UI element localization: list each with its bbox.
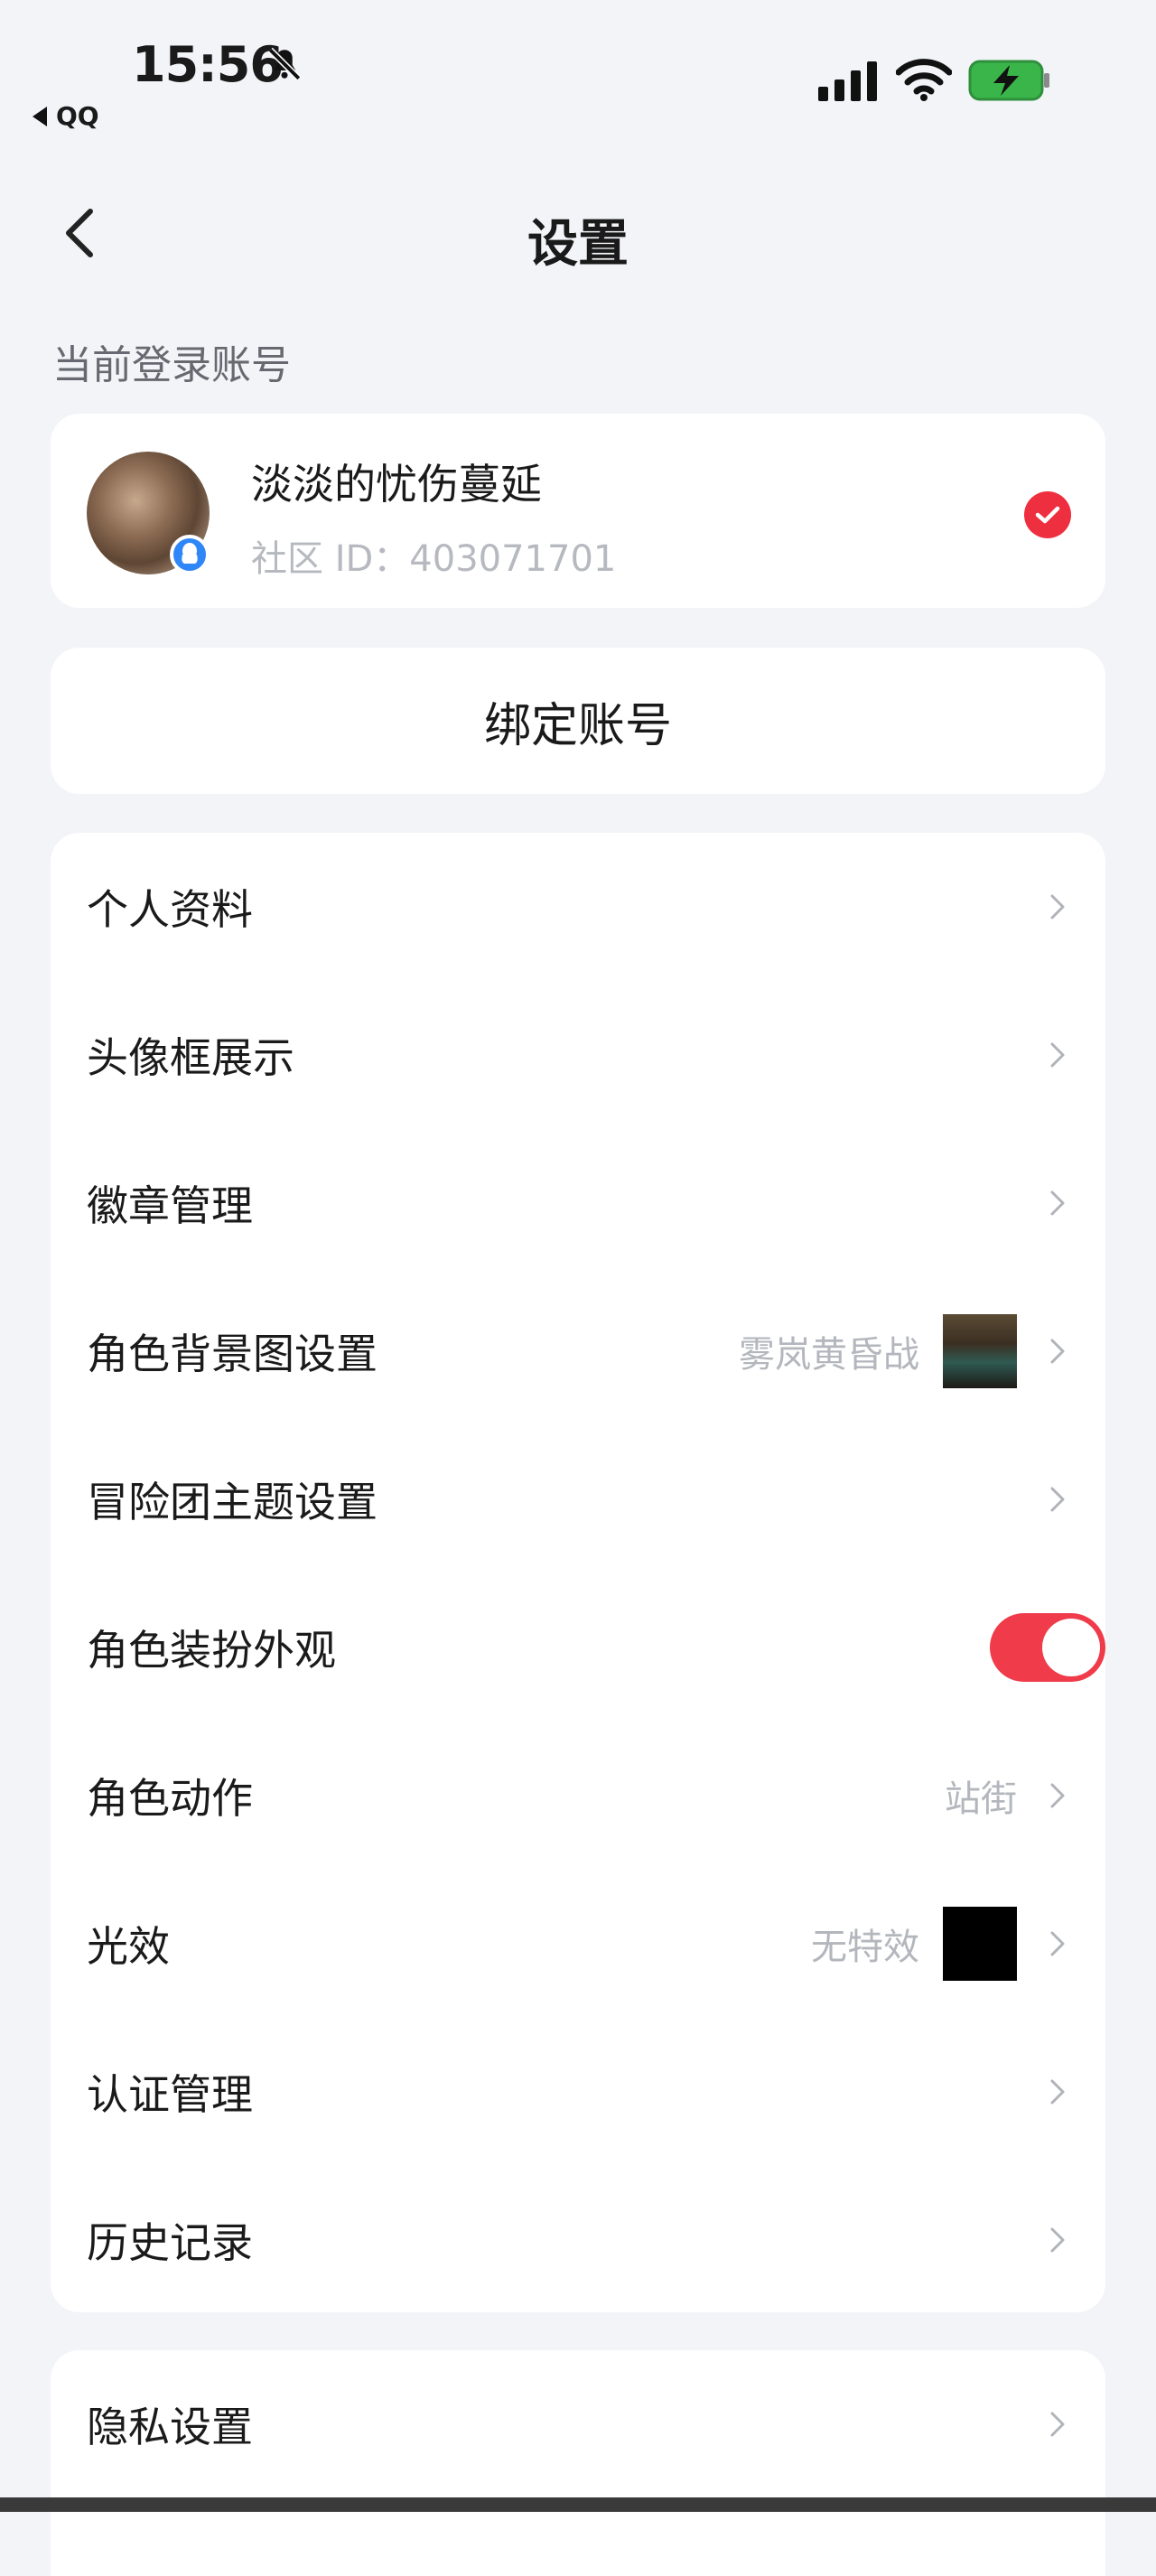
chevron-right-icon: [1050, 1042, 1065, 1068]
menu-item-role-appearance: 角色装扮外观: [51, 1573, 1105, 1722]
menu-item-label: 冒险团主题设置: [87, 1478, 378, 1526]
menu-item-verification[interactable]: 认证管理: [51, 2018, 1105, 2166]
bell-muted-icon: [267, 47, 302, 81]
username: 淡淡的忧伤蔓延: [251, 460, 542, 509]
menu-item-label: 光效: [87, 1922, 170, 1971]
menu-item-label: 历史记录: [87, 2218, 253, 2267]
bottom-edge: [0, 2497, 1156, 2512]
menu-item-role-action[interactable]: 角色动作 站街: [51, 1722, 1105, 1870]
chevron-right-icon: [1050, 1931, 1065, 1956]
chevron-right-icon: [1050, 1487, 1065, 1512]
menu-item-light-effect[interactable]: 光效 无特效: [51, 1870, 1105, 2018]
bind-account-label: 绑定账号: [483, 698, 672, 753]
menu-item-profile[interactable]: 个人资料: [51, 833, 1105, 981]
menu-item-team-theme[interactable]: 冒险团主题设置: [51, 1425, 1105, 1573]
menu-item-label: 角色动作: [87, 1774, 253, 1823]
toggle-knob: [1042, 1619, 1100, 1676]
qq-badge-icon: [170, 535, 210, 574]
back-app-label: QQ: [56, 101, 99, 131]
signal-icon: [818, 61, 877, 101]
page-title: 设置: [527, 215, 629, 274]
wifi-icon: [896, 59, 952, 101]
menu-item-badges[interactable]: 徽章管理: [51, 1129, 1105, 1277]
menu-item-value: 站街: [945, 1778, 1017, 1820]
menu-item-label: 角色背景图设置: [87, 1330, 378, 1378]
selected-check-icon: [1024, 491, 1071, 538]
bind-account-button[interactable]: 绑定账号: [51, 648, 1105, 794]
status-time: 15:56: [132, 36, 284, 93]
chevron-right-icon: [1050, 2079, 1065, 2105]
menu-item-label: 隐私设置: [87, 2403, 253, 2451]
current-account-label: 当前登录账号: [52, 342, 291, 388]
chevron-right-icon: [1050, 1339, 1065, 1364]
back-triangle-icon: [33, 106, 47, 126]
menu-item-label: 头像框展示: [87, 1033, 294, 1082]
menu-item-label: 徽章管理: [87, 1181, 253, 1230]
background-thumbnail: [943, 1314, 1017, 1388]
chevron-right-icon: [1050, 1190, 1065, 1216]
menu-item-label: 个人资料: [87, 885, 253, 934]
menu-item-role-background[interactable]: 角色背景图设置 雾岚黄昏战: [51, 1277, 1105, 1425]
appearance-toggle[interactable]: [990, 1613, 1105, 1682]
menu-item-history[interactable]: 历史记录: [51, 2166, 1105, 2314]
menu-item-label: 认证管理: [87, 2070, 253, 2119]
battery-charging-icon: [968, 60, 1049, 101]
menu-item-label: 角色装扮外观: [87, 1626, 336, 1675]
menu-item-value: 雾岚黄昏战: [739, 1334, 919, 1376]
effect-thumbnail: [943, 1907, 1017, 1981]
menu-item-value: 无特效: [811, 1927, 919, 1968]
menu-item-privacy[interactable]: 隐私设置: [51, 2350, 1105, 2498]
chevron-right-icon: [1050, 894, 1065, 919]
community-id: 社区 ID：403071701: [251, 538, 617, 580]
menu-item-avatar-frame[interactable]: 头像框展示: [51, 981, 1105, 1129]
chevron-right-icon: [1050, 2412, 1065, 2437]
chevron-right-icon: [1050, 2227, 1065, 2253]
back-to-app-link[interactable]: QQ: [33, 101, 99, 131]
chevron-right-icon: [1050, 1783, 1065, 1808]
